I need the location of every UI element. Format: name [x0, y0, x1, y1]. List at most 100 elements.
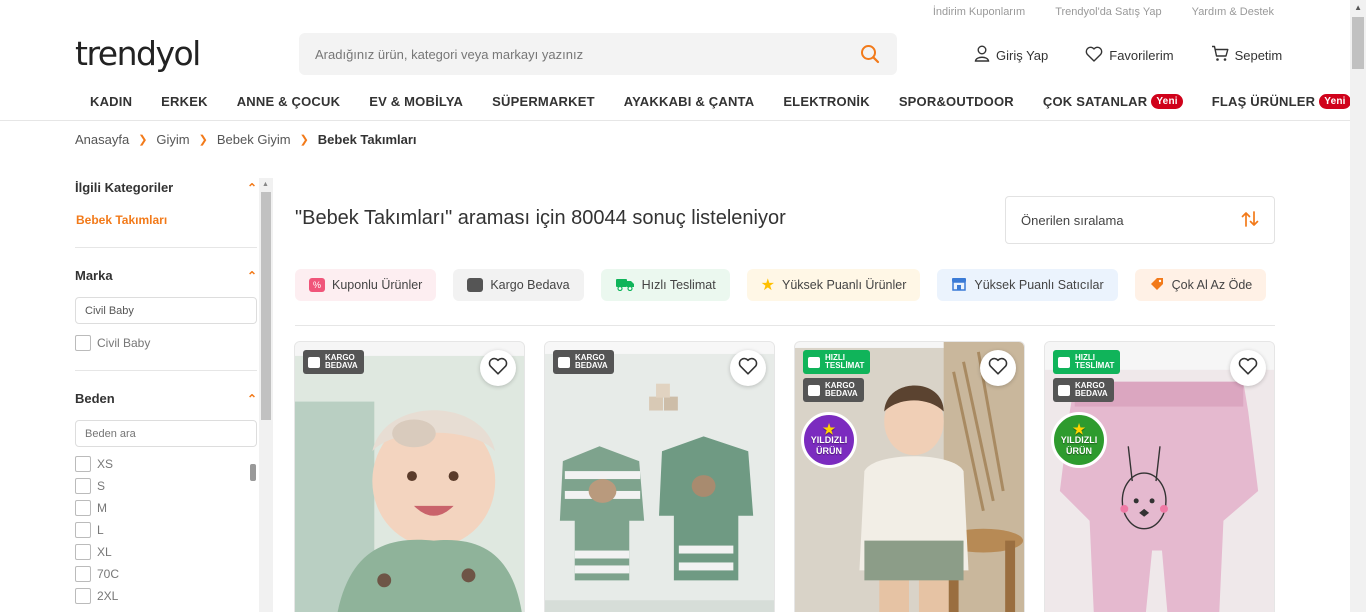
nav-item-spor-outdoor[interactable]: SPOR&OUTDOOR: [899, 94, 1014, 109]
checkbox[interactable]: [75, 544, 91, 560]
scroll-up-icon[interactable]: ▲: [1354, 3, 1362, 12]
size-label: 2XL: [97, 589, 119, 603]
heart-icon: [1238, 357, 1258, 380]
tag-line: TESLİMAT: [825, 361, 865, 370]
size-option[interactable]: M: [75, 497, 257, 519]
favorite-button[interactable]: [980, 350, 1016, 386]
checkbox[interactable]: [75, 588, 91, 604]
size-list-scrollbar[interactable]: [250, 464, 256, 481]
favorite-button[interactable]: [1230, 350, 1266, 386]
breadcrumb-home[interactable]: Anasayfa: [75, 132, 129, 147]
size-label: L: [97, 523, 104, 537]
nav-label: ANNE & ÇOCUK: [236, 94, 341, 109]
search-bar: [299, 33, 897, 75]
brand-option-label: Civil Baby: [97, 336, 151, 350]
login-button[interactable]: Giriş Yap: [974, 45, 1048, 65]
favorite-button[interactable]: [730, 350, 766, 386]
category-nav: KADIN ERKEK ANNE & ÇOCUK EV & MOBİLYA SÜ…: [90, 94, 1351, 109]
related-categories-header[interactable]: İlgili Kategoriler ⌃: [75, 180, 257, 195]
result-title: "Bebek Takımları" araması için 80044 son…: [295, 207, 786, 229]
star-product-badge: ★ YILDIZLI ÜRÜN: [1051, 412, 1107, 468]
quick-filter-coupons[interactable]: % Kuponlu Ürünler: [295, 269, 437, 301]
product-card[interactable]: HIZLI TESLİMAT KARGO BEDAVA ★ YILDIZLI ÜRÜ…: [1044, 341, 1275, 612]
search-input[interactable]: [315, 46, 859, 62]
checkbox[interactable]: [75, 566, 91, 582]
chevron-up-icon[interactable]: ⌃: [247, 269, 257, 283]
page-scrollbar[interactable]: [1350, 0, 1366, 612]
brand-option[interactable]: Civil Baby: [75, 332, 257, 354]
page: İndirim Kuponlarım Trendyol'da Satış Yap…: [0, 0, 1366, 612]
sidebar-scrollbar-thumb[interactable]: [261, 192, 271, 420]
size-list: XS S M L XL 70C 2XL: [75, 453, 257, 607]
quick-filter-free-shipping[interactable]: Kargo Bedava: [453, 269, 584, 301]
quick-filter-label: Kuponlu Ürünler: [332, 278, 423, 292]
size-option[interactable]: L: [75, 519, 257, 541]
coupon-icon: %: [309, 278, 325, 292]
related-category-link[interactable]: Bebek Takımları: [76, 213, 257, 227]
checkbox[interactable]: [75, 456, 91, 472]
page-scrollbar-thumb[interactable]: [1352, 17, 1364, 69]
size-header[interactable]: Beden ⌃: [75, 391, 257, 406]
coupons-link[interactable]: İndirim Kuponlarım: [933, 6, 1025, 18]
heart-icon: [988, 357, 1008, 380]
checkbox[interactable]: [75, 500, 91, 516]
free-shipping-tag: KARGO BEDAVA: [303, 350, 364, 374]
quick-filters: % Kuponlu Ürünler Kargo Bedava Hızlı Tes…: [295, 269, 1267, 301]
size-option[interactable]: 2XL: [75, 585, 257, 607]
nav-item-cok-satanlar[interactable]: ÇOK SATANLAR Yeni: [1043, 94, 1183, 109]
sell-link[interactable]: Trendyol'da Satış Yap: [1055, 6, 1161, 18]
breadcrumb-giyim[interactable]: Giyim: [156, 132, 189, 147]
nav-item-elektronik[interactable]: ELEKTRONİK: [783, 94, 870, 109]
related-categories-title: İlgili Kategoriler: [75, 180, 174, 195]
tag-line: BEDAVA: [1075, 389, 1108, 398]
checkbox[interactable]: [75, 522, 91, 538]
nav-item-supermarket[interactable]: SÜPERMARKET: [492, 94, 595, 109]
quick-filter-high-rated-products[interactable]: ★ Yüksek Puanlı Ürünler: [746, 269, 921, 301]
nav-item-flas-urunler[interactable]: FLAŞ ÜRÜNLER Yeni: [1212, 94, 1351, 109]
size-option[interactable]: S: [75, 475, 257, 497]
quick-filter-fast-delivery[interactable]: Hızlı Teslimat: [600, 269, 730, 301]
search-icon[interactable]: [859, 43, 881, 65]
nav-label: SPOR&OUTDOOR: [898, 94, 1014, 109]
product-card[interactable]: KARGO BEDAVA: [294, 341, 525, 612]
size-label: XL: [97, 545, 112, 559]
size-option[interactable]: 70C: [75, 563, 257, 585]
nav-item-anne-cocuk[interactable]: ANNE & ÇOCUK: [237, 94, 341, 109]
nav-item-kadin[interactable]: KADIN: [90, 94, 132, 109]
brand-search-field[interactable]: Civil Baby: [75, 297, 257, 324]
size-option[interactable]: XL: [75, 541, 257, 563]
chevron-up-icon[interactable]: ⌃: [247, 392, 257, 406]
brand-header[interactable]: Marka ⌃: [75, 268, 257, 283]
quick-filter-buy-more-pay-less[interactable]: Çok Al Az Öde: [1134, 269, 1267, 301]
nav-item-erkek[interactable]: ERKEK: [161, 94, 208, 109]
scroll-up-icon[interactable]: ▲: [262, 181, 269, 188]
help-link[interactable]: Yardım & Destek: [1192, 6, 1274, 18]
product-card[interactable]: HIZLI TESLİMAT KARGO BEDAVA ★ YILDIZLI ÜRÜ…: [794, 341, 1025, 612]
checkbox[interactable]: [75, 478, 91, 494]
favorite-button[interactable]: [480, 350, 516, 386]
favorites-button[interactable]: Favorilerim: [1085, 45, 1174, 65]
sort-dropdown[interactable]: Önerilen sıralama: [1005, 196, 1275, 244]
quick-filter-label: Çok Al Az Öde: [1171, 278, 1253, 292]
star-product-badge: ★ YILDIZLI ÜRÜN: [801, 412, 857, 468]
nav-label: FLAŞ ÜRÜNLER: [1211, 94, 1316, 109]
breadcrumb-bebek-giyim[interactable]: Bebek Giyim: [217, 132, 291, 147]
breadcrumb: Anasayfa ❯ Giyim ❯ Bebek Giyim ❯ Bebek T…: [75, 132, 417, 147]
size-label: 70C: [97, 567, 120, 581]
nav-item-ev-mobilya[interactable]: EV & MOBİLYA: [369, 94, 463, 109]
nav-item-ayakkabi-canta[interactable]: AYAKKABI & ÇANTA: [624, 94, 755, 109]
checkbox[interactable]: [75, 335, 91, 351]
box-icon: [558, 356, 570, 368]
logo[interactable]: trendyol: [75, 34, 201, 73]
size-search-input[interactable]: [75, 420, 257, 447]
chevron-right-icon: ❯: [198, 134, 208, 146]
size-option[interactable]: XS: [75, 453, 257, 475]
cart-button[interactable]: Sepetim: [1211, 45, 1282, 65]
product-card[interactable]: KARGO BEDAVA: [544, 341, 775, 612]
quick-filter-high-rated-sellers[interactable]: Yüksek Puanlı Satıcılar: [937, 269, 1118, 301]
quick-filter-label: Yüksek Puanlı Satıcılar: [974, 278, 1104, 292]
chevron-up-icon[interactable]: ⌃: [247, 181, 257, 195]
star-product-label: YILDIZLI ÜRÜN: [1060, 435, 1098, 456]
new-badge: Yeni: [1151, 94, 1183, 109]
favorites-label: Favorilerim: [1109, 47, 1174, 63]
